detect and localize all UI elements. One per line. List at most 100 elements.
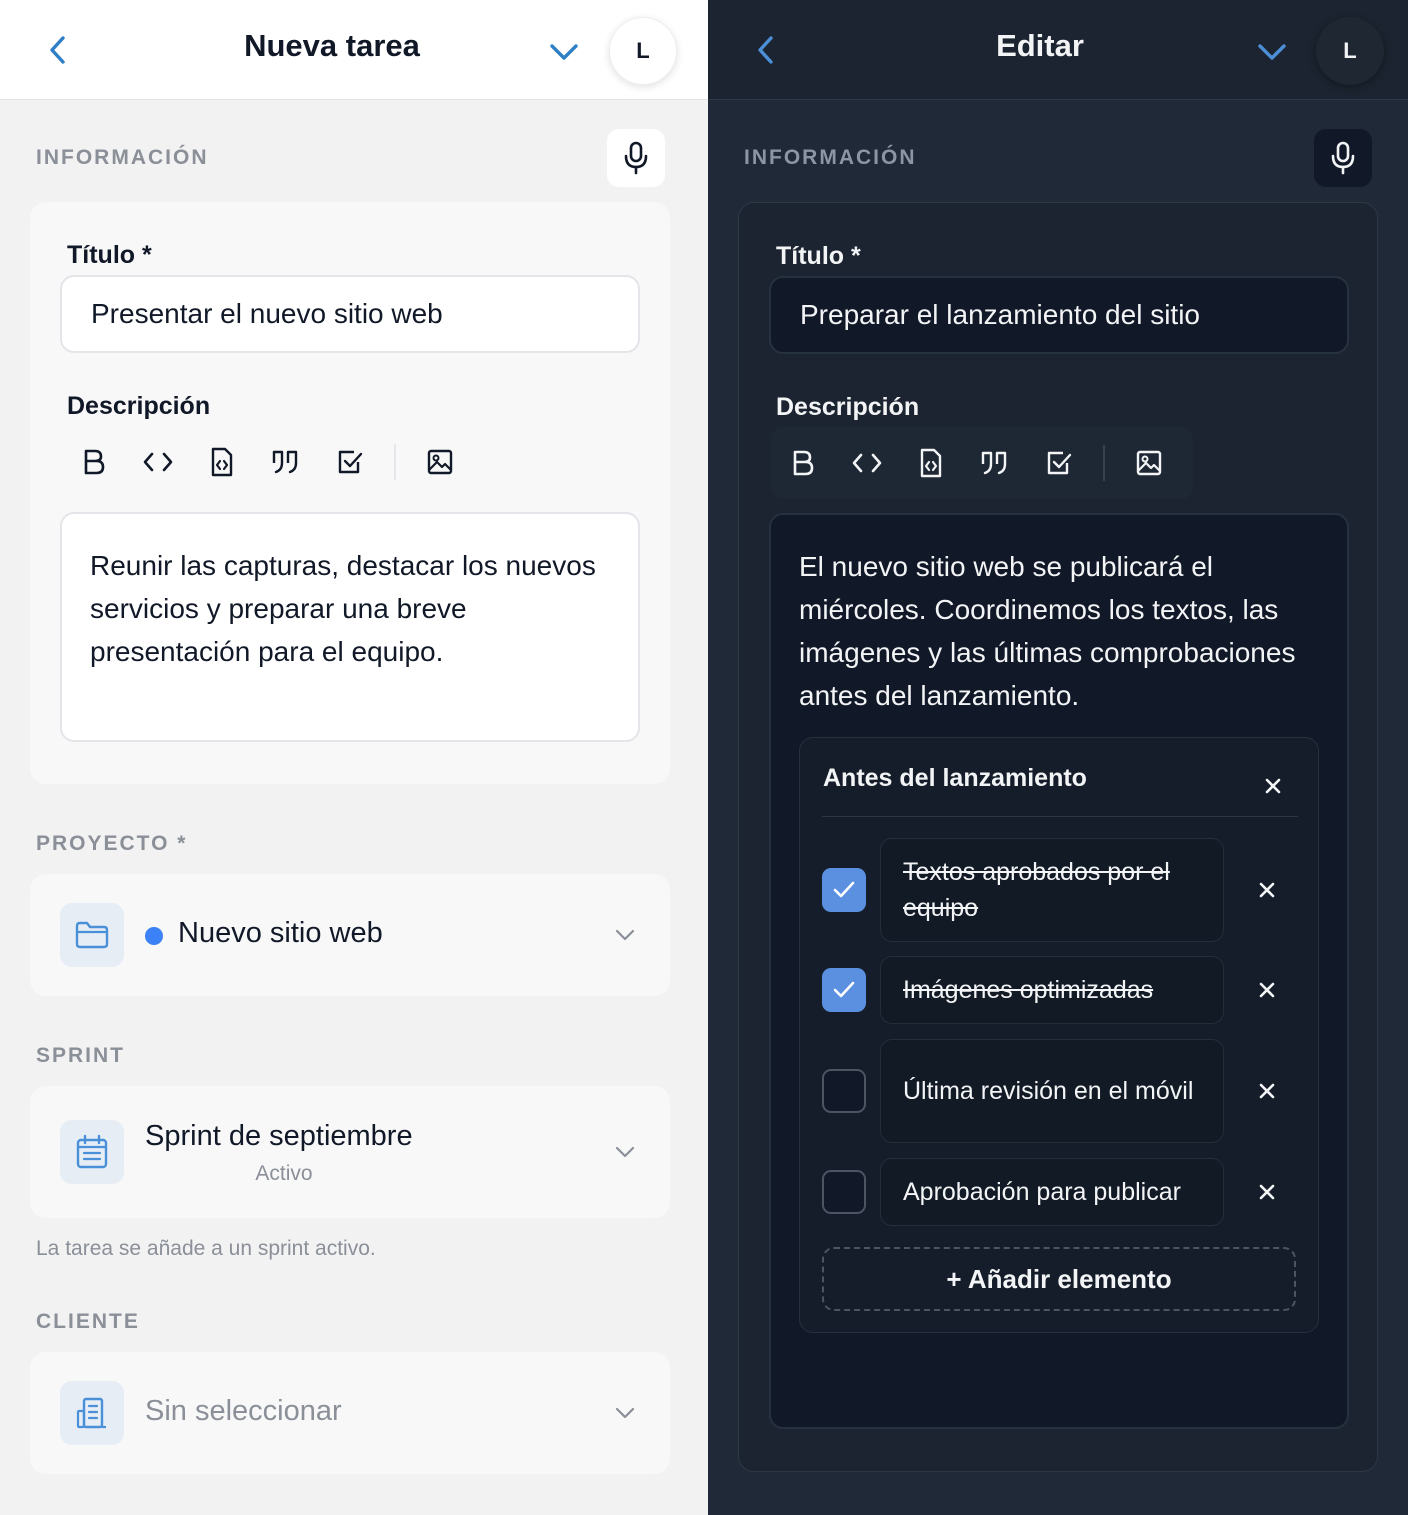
item-text-field[interactable]: Última revisión en el móvil <box>880 1039 1224 1143</box>
page-title: Nueva tarea <box>244 28 420 63</box>
checklist-item: Aprobación para publicar <box>800 1158 1320 1226</box>
description-label: Descripción <box>67 392 211 420</box>
chevron-down-icon <box>1258 44 1286 60</box>
sprint-chevron <box>610 1137 640 1167</box>
image-icon <box>427 449 453 475</box>
quote-icon <box>272 450 298 474</box>
item-checkbox-unchecked[interactable] <box>822 1069 866 1113</box>
add-item-button[interactable]: + Añadir elemento <box>822 1247 1296 1311</box>
close-icon <box>1259 1083 1275 1099</box>
item-text-field[interactable]: Imágenes optimizadas <box>880 956 1224 1024</box>
item-checkbox-checked[interactable] <box>822 868 866 912</box>
formatting-toolbar <box>771 427 1193 499</box>
page-title: Editar <box>996 28 1084 63</box>
remove-item-button[interactable] <box>1252 1076 1282 1106</box>
new-task-panel: Nueva tarea L INFORMACIÓN Título * Prese… <box>0 0 708 1515</box>
microphone-icon <box>624 141 648 175</box>
section-label-sprint: SPRINT <box>36 1044 126 1067</box>
calendar-icon-tile <box>60 1120 124 1184</box>
quote-button[interactable] <box>963 433 1027 493</box>
chevron-left-icon <box>758 36 773 64</box>
toolbar-divider <box>1103 445 1105 481</box>
bold-button[interactable] <box>62 432 126 492</box>
close-icon <box>1265 778 1281 794</box>
expand-button[interactable] <box>544 32 584 72</box>
section-label-information: INFORMACIÓN <box>744 146 917 169</box>
header: Nueva tarea L <box>0 0 708 100</box>
bold-icon <box>84 449 105 475</box>
close-icon <box>1259 882 1275 898</box>
checklist-title[interactable]: Antes del lanzamiento <box>823 764 1087 793</box>
close-icon <box>1259 982 1275 998</box>
item-checkbox-unchecked[interactable] <box>822 1170 866 1214</box>
close-icon <box>1259 1184 1275 1200</box>
item-text-field[interactable]: Textos aprobados por el equipo <box>880 838 1224 942</box>
bold-icon <box>793 450 814 476</box>
section-label-project: PROYECTO * <box>36 832 188 855</box>
image-button[interactable] <box>1117 433 1181 493</box>
item-text-field[interactable]: Aprobación para publicar <box>880 1158 1224 1226</box>
building-icon-tile <box>60 1381 124 1445</box>
chevron-down-icon <box>550 44 578 60</box>
code-button[interactable] <box>835 433 899 493</box>
checkmark-icon <box>833 881 855 898</box>
sprint-select[interactable]: Sprint de septiembre Activo <box>30 1086 670 1218</box>
quote-button[interactable] <box>254 432 318 492</box>
quote-icon <box>981 451 1007 475</box>
checkbox-icon <box>1047 451 1072 475</box>
remove-item-button[interactable] <box>1252 975 1282 1005</box>
chevron-down-icon <box>615 1146 635 1158</box>
image-icon <box>1136 450 1162 476</box>
back-button[interactable] <box>38 30 78 70</box>
calendar-icon <box>76 1134 108 1169</box>
expand-button[interactable] <box>1252 32 1292 72</box>
chevron-left-icon <box>50 36 65 64</box>
remove-item-button[interactable] <box>1252 1177 1282 1207</box>
code-icon <box>852 453 882 473</box>
checklist-item: Última revisión en el móvil <box>800 1039 1320 1143</box>
checklist-block: Antes del lanzamiento Textos aprobados p… <box>799 737 1319 1333</box>
toolbar-divider <box>394 444 396 480</box>
project-color-dot <box>145 927 163 945</box>
back-button[interactable] <box>746 30 786 70</box>
folder-icon <box>75 921 109 949</box>
item-checkbox-checked[interactable] <box>822 968 866 1012</box>
title-input[interactable]: Preparar el lanzamiento del sitio <box>769 276 1349 354</box>
avatar[interactable]: L <box>1316 17 1384 85</box>
sprint-helper-text: La tarea se añade a un sprint activo. <box>36 1237 376 1260</box>
information-card: Título * Preparar el lanzamiento del sit… <box>738 202 1378 1472</box>
folder-icon-tile <box>60 903 124 967</box>
description-textarea[interactable]: Reunir las capturas, destacar los nuevos… <box>60 512 640 742</box>
section-label-information: INFORMACIÓN <box>36 146 209 169</box>
checklist-button[interactable] <box>318 432 382 492</box>
remove-item-button[interactable] <box>1252 875 1282 905</box>
code-icon <box>143 452 173 472</box>
project-value: Nuevo sitio web <box>178 917 383 949</box>
checklist-item: Imágenes optimizadas <box>800 956 1320 1024</box>
title-label: Título * <box>776 242 861 270</box>
client-select[interactable]: Sin seleccionar <box>30 1352 670 1474</box>
checklist-button[interactable] <box>1027 433 1091 493</box>
header: Editar L <box>708 0 1408 100</box>
code-button[interactable] <box>126 432 190 492</box>
image-button[interactable] <box>408 432 472 492</box>
section-label-client: CLIENTE <box>36 1310 140 1333</box>
code-block-button[interactable] <box>899 433 963 493</box>
project-select[interactable]: Nuevo sitio web <box>30 874 670 996</box>
remove-checklist-button[interactable] <box>1258 771 1288 801</box>
description-text: El nuevo sitio web se publicará el miérc… <box>799 551 1296 711</box>
client-chevron <box>610 1398 640 1428</box>
code-file-icon <box>211 447 233 477</box>
project-chevron <box>610 920 640 950</box>
dictation-button[interactable] <box>607 129 665 187</box>
chevron-down-icon <box>615 929 635 941</box>
avatar[interactable]: L <box>609 17 677 85</box>
checklist-divider <box>822 816 1298 817</box>
bold-button[interactable] <box>771 433 835 493</box>
code-block-button[interactable] <box>190 432 254 492</box>
dictation-button[interactable] <box>1314 129 1372 187</box>
formatting-toolbar <box>62 426 472 498</box>
client-placeholder: Sin seleccionar <box>145 1395 342 1427</box>
title-input[interactable]: Presentar el nuevo sitio web <box>60 275 640 353</box>
microphone-icon <box>1331 141 1355 175</box>
